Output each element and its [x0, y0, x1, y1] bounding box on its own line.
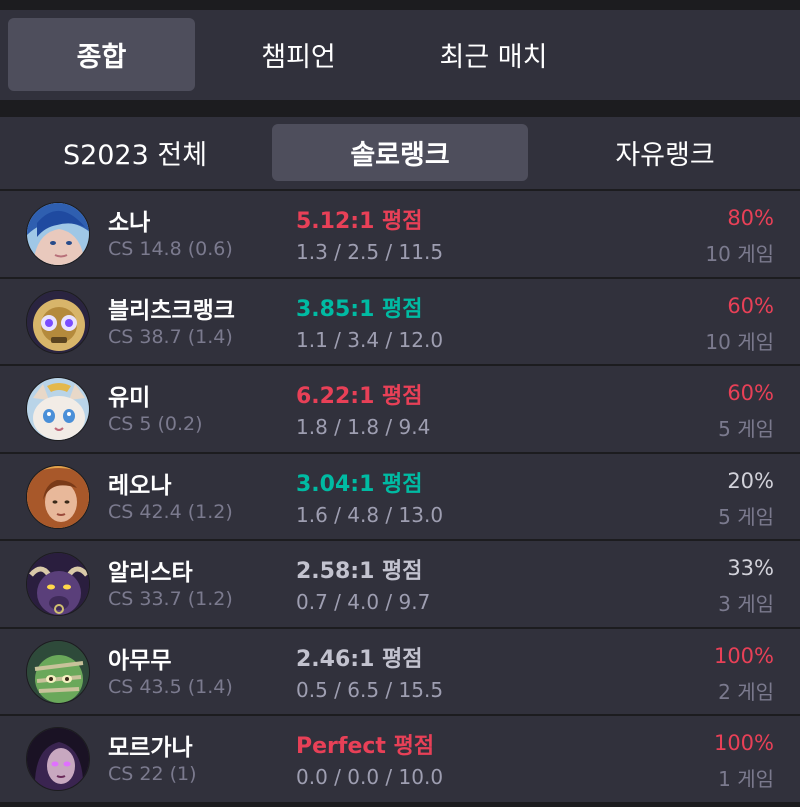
champion-row[interactable]: 유미 CS 5 (0.2) 6.22:1 평점 1.8 / 1.8 / 9.4 … — [0, 364, 800, 452]
section-divider — [0, 100, 800, 117]
sona-portrait-icon — [26, 202, 90, 266]
winrate: 20% — [727, 468, 774, 493]
champion-row[interactable]: 아무무 CS 43.5 (1.4) 2.46:1 평점 0.5 / 6.5 / … — [0, 626, 800, 714]
champion-row[interactable]: 블리츠크랭크 CS 38.7 (1.4) 3.85:1 평점 1.1 / 3.4… — [0, 276, 800, 364]
cs-stat: CS 33.7 (1.2) — [108, 588, 233, 610]
kda-line: 0.7 / 4.0 / 9.7 — [296, 590, 431, 614]
morgana-portrait-icon — [26, 727, 90, 791]
main-tab-bar: 종합 챔피언 최근 매치 — [0, 10, 800, 100]
games-played: 10 게임 — [705, 329, 774, 354]
winrate: 100% — [713, 731, 774, 755]
tab-recent-matches[interactable]: 최근 매치 — [400, 18, 587, 91]
winrate: 80% — [727, 206, 774, 230]
kda-ratio: Perfect 평점 — [296, 734, 435, 759]
tab-season-all[interactable]: S2023 전체 — [10, 124, 260, 181]
cs-stat: CS 42.4 (1.2) — [108, 500, 233, 523]
kda-line: 1.3 / 2.5 / 11.5 — [296, 240, 444, 264]
kda-line: 1.8 / 1.8 / 9.4 — [296, 415, 431, 439]
games-played: 5 게임 — [718, 504, 774, 529]
champion-row[interactable]: 모르가나 CS 22 (1) Perfect 평점 0.0 / 0.0 / 10… — [0, 714, 800, 802]
kda-ratio: 5.12:1 평점 — [296, 209, 423, 234]
cs-stat: CS 38.7 (1.4) — [108, 325, 233, 348]
kda-line: 1.1 / 3.4 / 12.0 — [296, 327, 444, 352]
tab-solo-rank[interactable]: 솔로랭크 — [272, 124, 528, 181]
tab-overview[interactable]: 종합 — [8, 18, 195, 91]
champion-name: 아무무 — [108, 647, 172, 674]
tab-champions[interactable]: 챔피언 — [205, 18, 392, 91]
amumu-portrait-icon — [26, 639, 90, 704]
blitzcrank-portrait-icon — [26, 289, 90, 354]
kda-ratio: 6.22:1 평점 — [296, 384, 423, 409]
games-played: 1 게임 — [718, 767, 774, 791]
cs-stat: CS 43.5 (1.4) — [108, 675, 233, 698]
alistar-portrait-icon — [26, 552, 90, 616]
cs-stat: CS 14.8 (0.6) — [108, 238, 233, 260]
winrate: 33% — [727, 556, 774, 580]
winrate: 60% — [727, 293, 774, 318]
champion-row[interactable]: 알리스타 CS 33.7 (1.2) 2.58:1 평점 0.7 / 4.0 /… — [0, 539, 800, 627]
cs-stat: CS 22 (1) — [108, 763, 197, 785]
tab-flex-rank[interactable]: 자유랭크 — [540, 124, 790, 181]
queue-tab-bar: S2023 전체 솔로랭크 자유랭크 — [0, 117, 800, 189]
kda-ratio: 2.58:1 평점 — [296, 559, 423, 584]
kda-ratio: 3.85:1 평점 — [296, 296, 423, 322]
winrate: 100% — [713, 643, 774, 668]
champion-name: 유미 — [108, 385, 151, 411]
champion-row[interactable]: 레오나 CS 42.4 (1.2) 3.04:1 평점 1.6 / 4.8 / … — [0, 451, 800, 539]
champion-name: 블리츠크랭크 — [108, 297, 235, 324]
leona-portrait-icon — [26, 464, 90, 529]
kda-ratio: 3.04:1 평점 — [296, 471, 423, 497]
kda-line: 1.6 / 4.8 / 13.0 — [296, 502, 444, 527]
games-played: 2 게임 — [718, 679, 774, 704]
kda-line: 0.0 / 0.0 / 10.0 — [296, 765, 444, 789]
champion-name: 알리스타 — [108, 560, 193, 586]
cs-stat: CS 5 (0.2) — [108, 413, 203, 435]
champion-name: 소나 — [108, 210, 151, 236]
kda-line: 0.5 / 6.5 / 15.5 — [296, 677, 444, 702]
champion-name: 레오나 — [108, 472, 172, 499]
winrate: 60% — [727, 381, 774, 405]
champion-row[interactable]: 소나 CS 14.8 (0.6) 5.12:1 평점 1.3 / 2.5 / 1… — [0, 189, 800, 277]
games-played: 10 게임 — [705, 242, 774, 266]
kda-ratio: 2.46:1 평점 — [296, 646, 423, 672]
games-played: 5 게임 — [718, 417, 774, 441]
champion-stats-list: 소나 CS 14.8 (0.6) 5.12:1 평점 1.3 / 2.5 / 1… — [0, 189, 800, 802]
yuumi-portrait-icon — [26, 377, 90, 441]
champion-name: 모르가나 — [108, 735, 193, 761]
top-strip — [0, 0, 800, 10]
games-played: 3 게임 — [718, 592, 774, 616]
